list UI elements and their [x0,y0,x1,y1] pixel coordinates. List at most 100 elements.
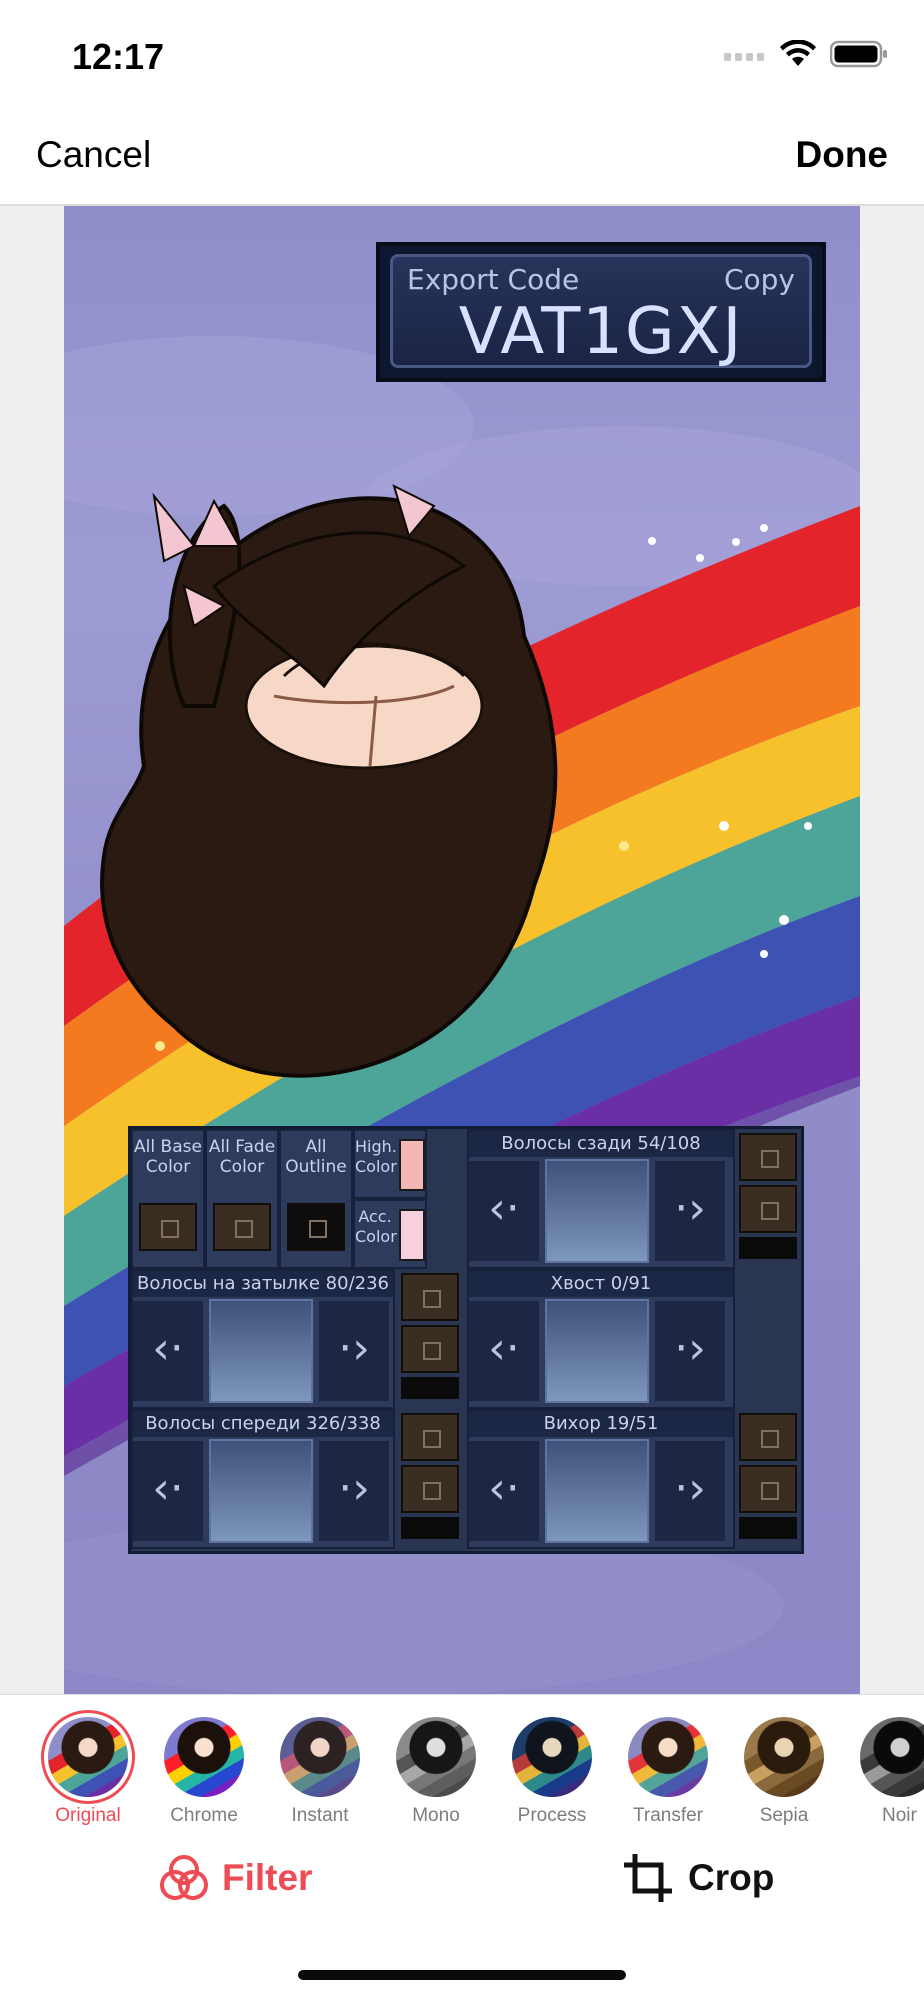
nav-bar: Cancel Done [0,110,924,206]
all-base-color-label: All Base Color [134,1137,202,1177]
whirl-next: ·› [655,1441,725,1541]
mode-bar: Filter Crop [0,1834,924,1944]
nape-hair-next: ·› [319,1301,389,1401]
back-hair-color-1 [739,1133,797,1181]
filter-thumb-chrome [164,1717,244,1797]
all-outline-swatch [287,1203,345,1251]
all-outline-cell: All Outline [279,1129,353,1269]
filter-instant[interactable]: Instant [270,1717,370,1827]
status-icons [724,40,888,68]
cellular-signal-icon [724,53,764,61]
filter-thumb-instant [280,1717,360,1797]
all-fade-color-cell: All Fade Color [205,1129,279,1269]
filter-thumb-transfer [628,1717,708,1797]
edited-photo: Export Code Copy VAT1GXJ All Base Color … [64,206,860,1694]
filter-sepia[interactable]: Sepia [734,1717,834,1827]
filter-thumb-noir [860,1717,924,1797]
front-hair-cell: Волосы спереди 326/338 ‹· ·› [131,1409,395,1549]
status-bar: 12:17 [0,0,924,110]
game-ui-panel: All Base Color All Fade Color All Outlin… [128,1126,804,1554]
photo-editor-screen: 12:17 Cancel Done Export Code Copy VAT1G… [0,0,924,2000]
filter-mode-label: Filter [222,1857,313,1898]
nape-hair-cell: Волосы на затылке 80/236 ‹· ·› [131,1269,395,1409]
all-fade-color-label: All Fade Color [208,1137,276,1177]
filter-mono[interactable]: Mono [386,1717,486,1827]
whirl-cell: Вихор 19/51 ‹· ·› [467,1409,735,1549]
filter-thumb-mono [396,1717,476,1797]
battery-icon [830,40,887,68]
export-code-box: Export Code Copy VAT1GXJ [376,242,826,382]
filter-chrome[interactable]: Chrome [154,1717,254,1827]
crop-icon [624,1854,672,1902]
filter-label-original: Original [55,1805,121,1826]
front-hair-color-3 [401,1517,459,1539]
export-code-value: VAT1GXJ [458,295,744,369]
tail-prev: ‹· [469,1301,539,1401]
wifi-icon [780,40,816,66]
all-fade-color-swatch [213,1203,271,1251]
front-hair-next: ·› [319,1441,389,1541]
filter-original[interactable]: Original [38,1717,138,1827]
filter-label-chrome: Chrome [170,1805,238,1826]
filter-mode-button[interactable]: Filter [158,1852,312,1904]
tail-cell: Хвост 0/91 ‹· ·› [467,1269,735,1409]
whirl-color-1 [739,1413,797,1461]
tail-preview [545,1299,649,1403]
crop-mode-label: Crop [688,1857,775,1898]
front-hair-title: Волосы спереди 326/338 [133,1411,393,1437]
tail-title: Хвост 0/91 [469,1271,733,1297]
filter-strip: Original Chrome Instant Mono Process Tra… [0,1694,924,1834]
crop-mode-button[interactable]: Crop [622,1852,774,1904]
front-hair-preview [209,1439,313,1543]
cancel-button[interactable]: Cancel [36,134,151,176]
status-time: 12:17 [72,36,165,77]
copy-label: Copy [723,263,795,296]
all-base-color-cell: All Base Color [131,1129,205,1269]
filter-thumb-sepia [744,1717,824,1797]
editor-canvas: Export Code Copy VAT1GXJ All Base Color … [0,206,924,1694]
filter-label-noir: Noir [882,1805,917,1826]
acc-color-swatch [399,1209,425,1261]
back-hair-prev: ‹· [469,1161,539,1261]
nape-hair-prev: ‹· [133,1301,203,1401]
high-color-label: High. Color [355,1137,397,1176]
filter-label-transfer: Transfer [632,1805,704,1826]
nape-hair-color-2 [401,1325,459,1373]
nape-hair-title: Волосы на затылке 80/236 [133,1271,393,1297]
high-color-swatch [399,1139,425,1191]
filter-process[interactable]: Process [502,1717,602,1827]
front-hair-color-2 [401,1465,459,1513]
filter-label-sepia: Sepia [759,1805,809,1826]
front-hair-color-1 [401,1413,459,1461]
filter-label-process: Process [517,1805,587,1826]
front-hair-prev: ‹· [133,1441,203,1541]
filter-thumb-process [512,1717,592,1797]
whirl-prev: ‹· [469,1441,539,1541]
whirl-title: Вихор 19/51 [469,1411,733,1437]
back-hair-color-3 [739,1237,797,1259]
filter-transfer[interactable]: Transfer [618,1717,718,1827]
back-hair-next: ·› [655,1161,725,1261]
back-hair-title: Волосы сзади 54/108 [469,1131,733,1157]
back-hair-color-2 [739,1185,797,1233]
filter-noir[interactable]: Noir [850,1717,924,1827]
filter-thumb-original [48,1717,128,1797]
nape-hair-color-1 [401,1273,459,1321]
nape-hair-color-3 [401,1377,459,1399]
export-code-label: Export Code [407,263,580,296]
back-hair-cell: Волосы сзади 54/108 ‹· ·› [467,1129,735,1269]
filter-label-mono: Mono [412,1805,460,1826]
all-outline-label: All Outline [285,1137,347,1177]
nape-hair-preview [209,1299,313,1403]
acc-color-label: Acc. Color [355,1207,397,1246]
high-color-cell: High. Color [353,1129,427,1199]
filter-label-instant: Instant [291,1805,349,1826]
done-button[interactable]: Done [796,134,889,176]
whirl-color-3 [739,1517,797,1539]
whirl-color-2 [739,1465,797,1513]
back-hair-preview [545,1159,649,1263]
home-indicator [298,1970,626,1980]
tail-next: ·› [655,1301,725,1401]
whirl-preview [545,1439,649,1543]
acc-color-cell: Acc. Color [353,1199,427,1269]
